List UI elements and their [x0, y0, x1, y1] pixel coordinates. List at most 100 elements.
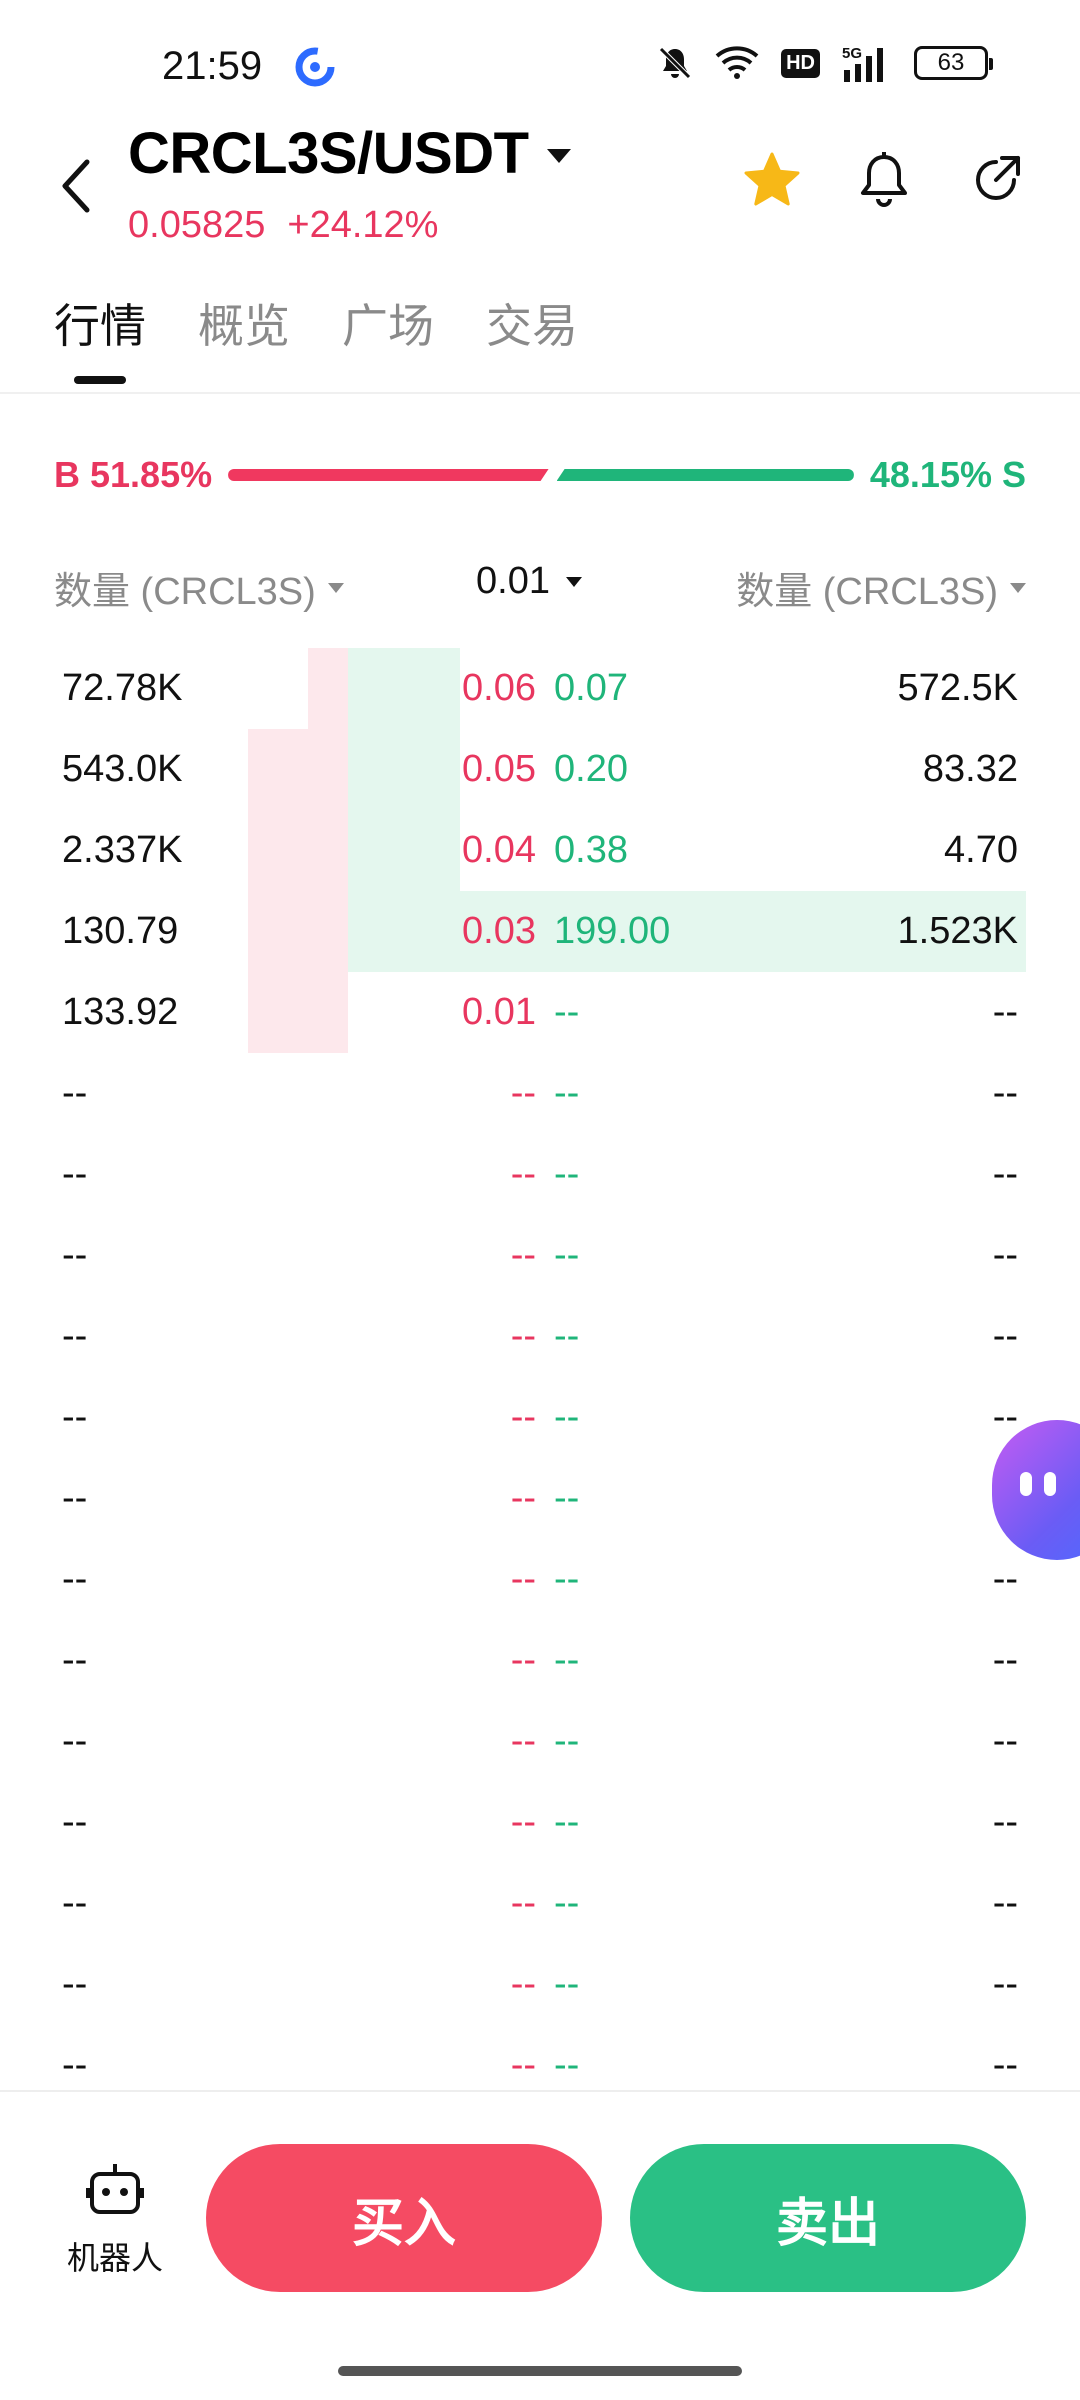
bid-price: --: [510, 1639, 536, 1681]
order-book-row[interactable]: 2.337K 0.04 0.38 4.70: [54, 810, 1026, 891]
ask-price: --: [554, 1720, 580, 1762]
ask-depth-bar: [348, 810, 460, 891]
order-book-row[interactable]: 130.79 0.03 199.00 1.523K: [54, 891, 1026, 972]
wifi-icon: [715, 46, 759, 80]
last-price: 0.05825: [128, 204, 266, 246]
order-book-row[interactable]: 72.78K 0.06 0.07 572.5K: [54, 648, 1026, 729]
bid-quantity: --: [62, 1963, 88, 2005]
order-book-row[interactable]: --------: [54, 1134, 1026, 1215]
ask-quantity: --: [992, 1801, 1018, 1843]
sell-ratio-fill: [556, 469, 854, 481]
robot-icon: [86, 2162, 144, 2221]
order-book-row[interactable]: --------: [54, 1620, 1026, 1701]
favorite-star-icon[interactable]: [742, 150, 802, 210]
ask-quantity: --: [992, 1072, 1018, 1114]
bid-quantity: 543.0K: [62, 748, 183, 790]
order-book-header: 数量 (CRCL3S) 0.01 数量 (CRCL3S): [54, 560, 1026, 615]
bid-qty-unit-selector[interactable]: 数量 (CRCL3S): [54, 560, 344, 615]
buy-ratio-label: B 51.85%: [54, 454, 213, 495]
ask-quantity: --: [992, 991, 1018, 1033]
caret-down-icon: [327, 582, 344, 593]
ask-quantity: --: [992, 1153, 1018, 1195]
ask-price: --: [554, 1234, 580, 1276]
order-book-row[interactable]: --------: [54, 1458, 1026, 1539]
ask-depth-bar: [348, 729, 460, 810]
ask-qty-unit-selector[interactable]: 数量 (CRCL3S): [736, 560, 1026, 615]
tab-bar: 行情 概览 广场 交易: [54, 290, 578, 384]
order-book-row[interactable]: --------: [54, 1215, 1026, 1296]
app-logo-icon: [294, 46, 336, 88]
tab-square[interactable]: 广场: [342, 290, 434, 384]
bid-price: --: [510, 1801, 536, 1843]
precision-selector[interactable]: 0.01: [476, 560, 582, 603]
bid-quantity: 133.92: [62, 991, 179, 1033]
tab-overview[interactable]: 概览: [198, 290, 290, 384]
bid-quantity: --: [62, 1801, 88, 1843]
ask-price: --: [554, 1882, 580, 1924]
back-button[interactable]: [46, 148, 106, 228]
assistant-eye-icon: [1020, 1472, 1032, 1496]
ratio-bar: [228, 469, 854, 481]
price-change: +24.12%: [287, 204, 439, 246]
pair-selector[interactable]: CRCL3S/USDT: [128, 120, 571, 187]
robot-label: 机器人: [66, 2240, 163, 2276]
ask-quantity: --: [992, 1963, 1018, 2005]
bid-price: --: [510, 1882, 536, 1924]
bid-quantity: --: [62, 1315, 88, 1357]
order-book-row[interactable]: --------: [54, 1701, 1026, 1782]
alert-bell-icon[interactable]: [854, 150, 914, 210]
bid-price: 0.06: [462, 667, 536, 709]
order-book-row[interactable]: 543.0K 0.05 0.20 83.32: [54, 729, 1026, 810]
precision-value: 0.01: [476, 560, 550, 602]
bottom-action-bar: 机器人 买入 卖出: [0, 2092, 1080, 2400]
tab-trade[interactable]: 交易: [486, 290, 578, 384]
buy-sell-ratio: B 51.85% 48.15% S: [54, 450, 1026, 500]
share-icon[interactable]: [966, 150, 1026, 210]
ask-price: 0.20: [554, 748, 628, 790]
tabs-divider: [0, 392, 1080, 394]
order-book-row[interactable]: --------: [54, 1296, 1026, 1377]
bid-quantity: --: [62, 1234, 88, 1276]
assistant-eye-icon: [1044, 1472, 1056, 1496]
order-book-row[interactable]: 133.92 0.01 -- --: [54, 972, 1026, 1053]
ask-quantity: --: [992, 1639, 1018, 1681]
tab-market[interactable]: 行情: [54, 290, 146, 384]
home-indicator[interactable]: [338, 2366, 742, 2376]
robot-button[interactable]: 机器人: [50, 2162, 180, 2279]
bid-depth-bar: [308, 648, 348, 729]
svg-text:5G: 5G: [842, 45, 862, 62]
bid-quantity: --: [62, 1072, 88, 1114]
buy-button[interactable]: 买入: [206, 2144, 602, 2292]
ask-price: --: [554, 991, 580, 1033]
ask-quantity: --: [992, 1882, 1018, 1924]
order-book-row[interactable]: --------: [54, 1782, 1026, 1863]
bid-quantity: --: [62, 1477, 88, 1519]
ask-quantity: 1.523K: [897, 910, 1018, 952]
order-book: 72.78K 0.06 0.07 572.5K 543.0K 0.05 0.20 83.32 2…: [54, 648, 1026, 2106]
ask-price: --: [554, 1963, 580, 2005]
bid-price: --: [510, 1477, 536, 1519]
order-book-row[interactable]: --------: [54, 1944, 1026, 2025]
ask-quantity: 4.70: [944, 829, 1018, 871]
caret-down-icon: [565, 576, 582, 587]
status-time: 21:59: [162, 44, 263, 88]
order-book-row[interactable]: --------: [54, 1053, 1026, 1134]
bid-quantity: 130.79: [62, 910, 179, 952]
bid-quantity: 2.337K: [62, 829, 183, 871]
bid-quantity: 72.78K: [62, 667, 183, 709]
buy-ratio-fill: [228, 469, 548, 481]
bid-depth-bar: [248, 891, 348, 972]
order-book-row[interactable]: --------: [54, 1863, 1026, 1944]
order-book-row[interactable]: --------: [54, 1377, 1026, 1458]
order-book-row[interactable]: --------: [54, 1539, 1026, 1620]
ask-qty-header: 数量 (CRCL3S): [736, 571, 998, 613]
ask-quantity: --: [992, 1720, 1018, 1762]
bid-price: --: [510, 1234, 536, 1276]
bid-quantity: --: [62, 1639, 88, 1681]
ask-price: --: [554, 1153, 580, 1195]
battery-icon: 63: [914, 46, 993, 80]
ask-price: 0.38: [554, 829, 628, 871]
ask-price: 0.07: [554, 667, 628, 709]
sell-button[interactable]: 卖出: [630, 2144, 1026, 2292]
bid-price: --: [510, 1315, 536, 1357]
